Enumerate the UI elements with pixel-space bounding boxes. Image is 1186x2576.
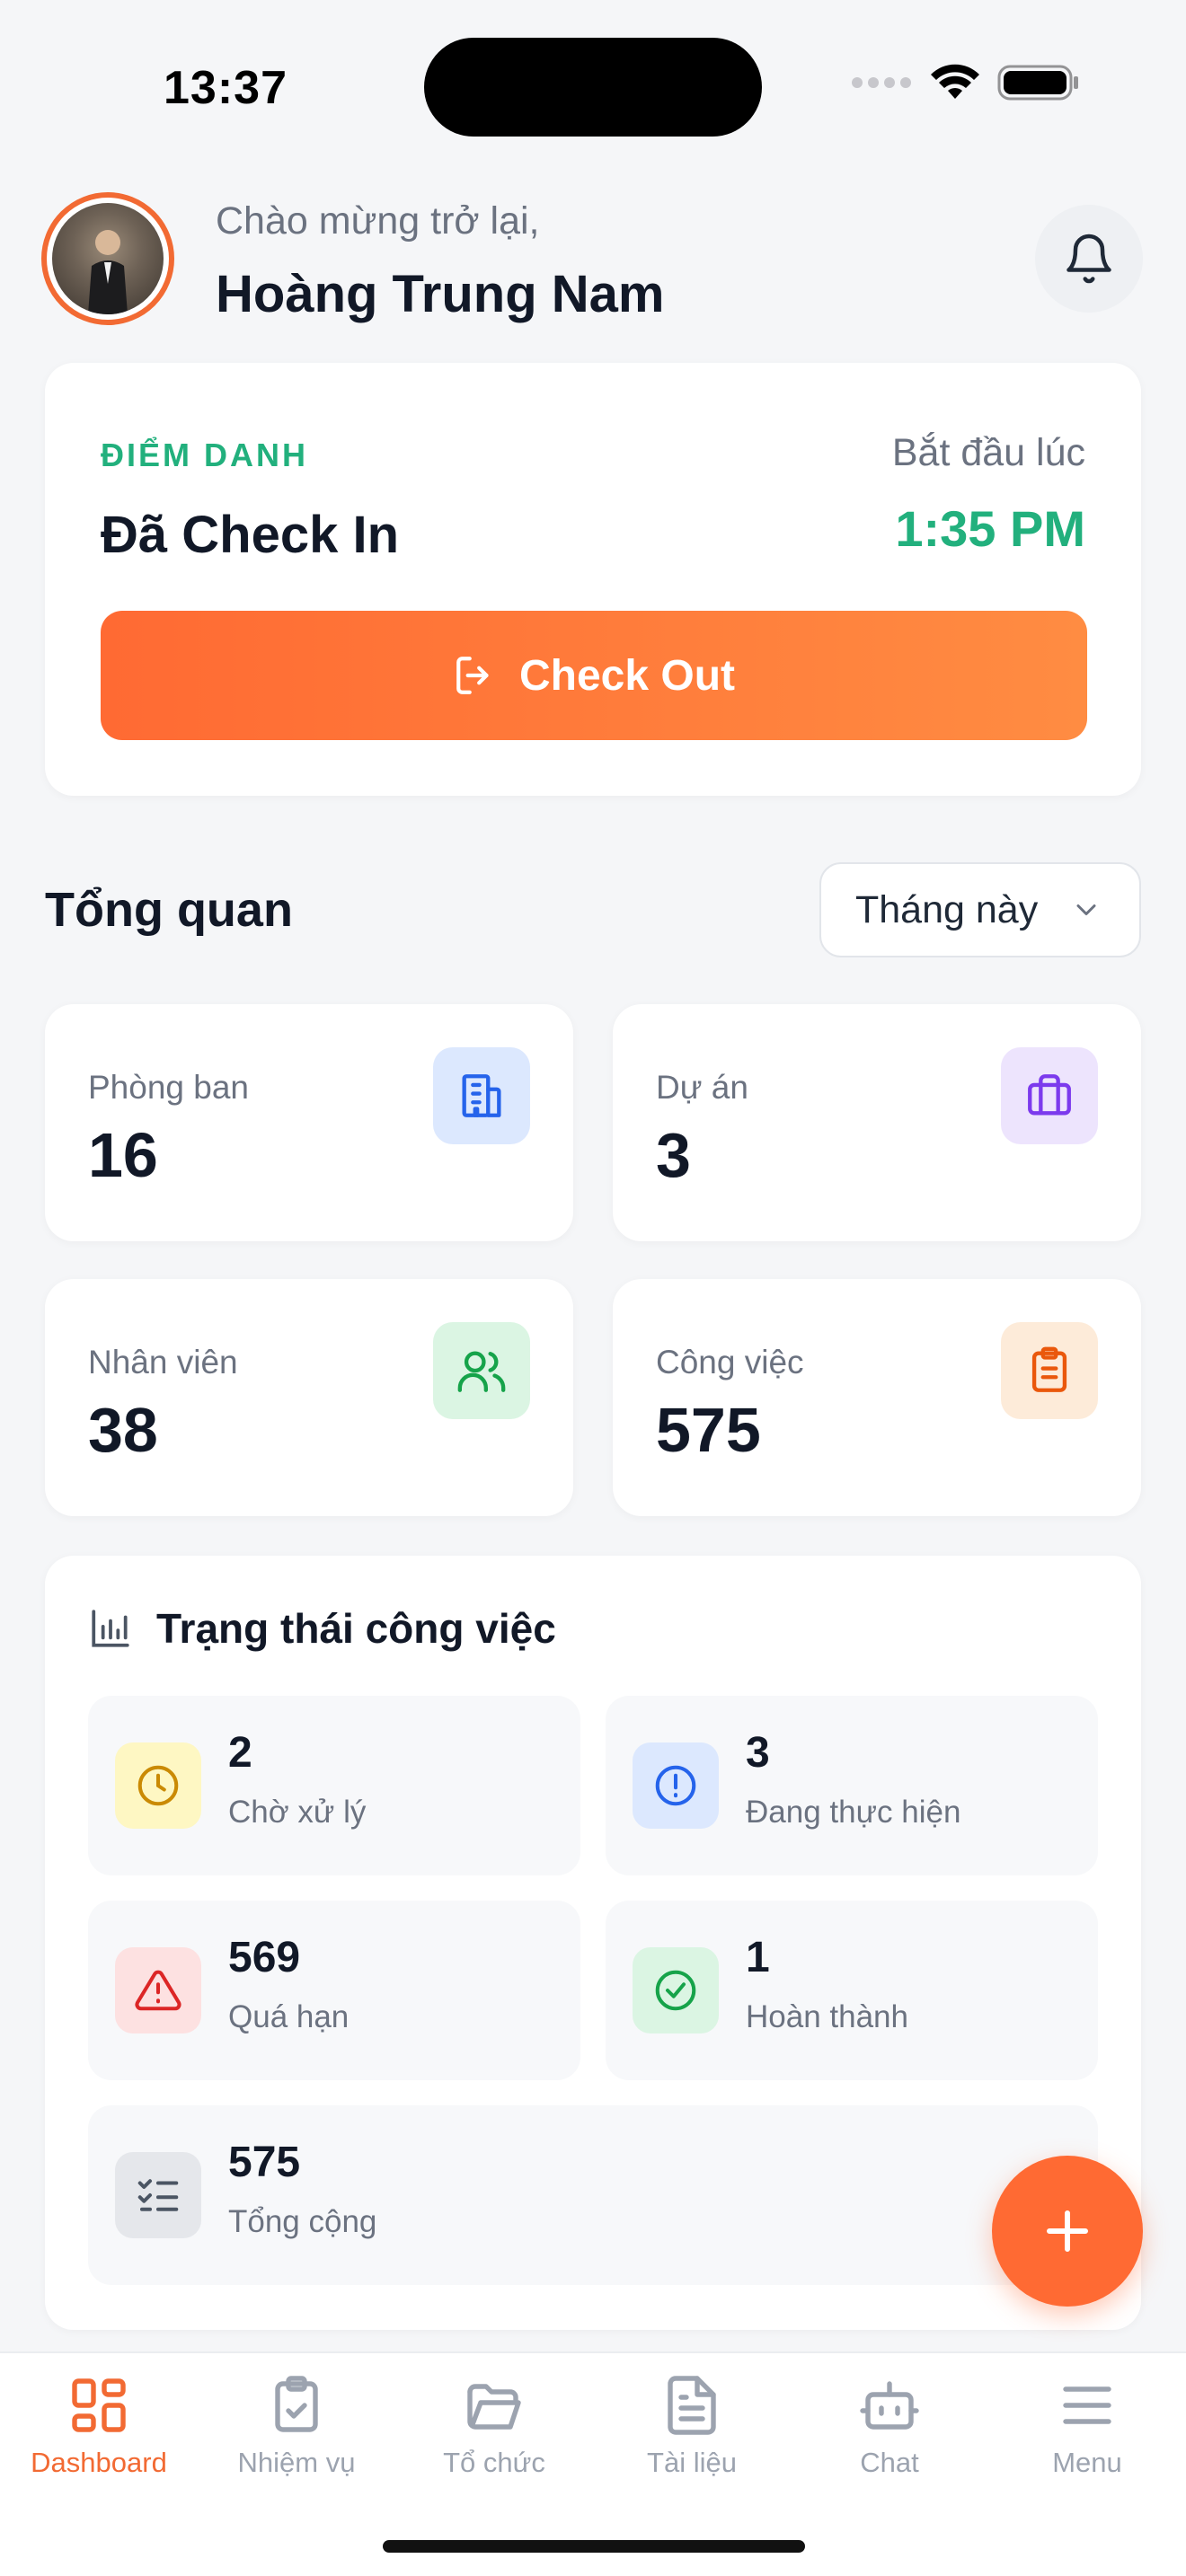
tab-organization[interactable]: Tổ chức: [395, 2373, 593, 2479]
status-bar: 13:37: [0, 0, 1186, 171]
task-status-label: Hoàn thành: [746, 1999, 908, 2034]
stat-value: 16: [88, 1120, 158, 1190]
stat-card-tasks[interactable]: Công việc 575: [613, 1279, 1141, 1516]
users-icon: [433, 1322, 530, 1419]
task-status-value: 2: [228, 1729, 252, 1777]
signal-dots-icon: [852, 77, 911, 88]
chevron-down-icon: [1076, 904, 1096, 915]
period-select[interactable]: Tháng này: [819, 862, 1141, 957]
task-status-header: Trạng thái công việc: [88, 1604, 556, 1653]
tab-label: Tài liệu: [647, 2447, 737, 2478]
task-status-value: 575: [228, 2139, 301, 2186]
bell-icon: [1067, 234, 1111, 284]
start-time-label: Bắt đầu lúc: [891, 431, 1085, 474]
task-status-label: Tổng cộng: [228, 2204, 377, 2239]
tab-documents[interactable]: Tài liệu: [593, 2373, 791, 2479]
tab-label: Chat: [860, 2447, 919, 2478]
task-status-card: Trạng thái công việc 2 Chờ xử lý 3 Đang …: [45, 1556, 1141, 2330]
task-status-pending[interactable]: 2 Chờ xử lý: [88, 1696, 580, 1875]
task-status-completed[interactable]: 1 Hoàn thành: [606, 1901, 1098, 2080]
stat-label: Nhân viên: [88, 1344, 238, 1381]
stat-card-projects[interactable]: Dự án 3: [613, 1004, 1141, 1241]
task-status-label: Đang thực hiện: [746, 1795, 961, 1830]
period-select-value: Tháng này: [855, 887, 1039, 931]
add-fab-button[interactable]: [992, 2156, 1143, 2307]
plus-icon: [1047, 2210, 1088, 2252]
check-out-label: Check Out: [518, 651, 736, 700]
list-checks-icon: [115, 2152, 201, 2238]
task-status-total[interactable]: 575 Tổng cộng: [88, 2105, 1098, 2285]
task-status-value: 569: [228, 1934, 301, 1981]
attendance-status: Đã Check In: [101, 506, 399, 564]
tab-label: Dashboard: [31, 2447, 167, 2478]
clipboard-list-icon: [1001, 1322, 1098, 1419]
tab-label: Tổ chức: [443, 2447, 545, 2478]
menu-icon: [1063, 2386, 1111, 2424]
tab-chat[interactable]: Chat: [791, 2373, 988, 2479]
alert-triangle-icon: [115, 1947, 201, 2033]
bot-icon: [860, 2381, 919, 2430]
status-time: 13:37: [164, 62, 288, 114]
task-status-overdue[interactable]: 569 Quá hạn: [88, 1901, 580, 2080]
stat-value: 3: [656, 1120, 691, 1190]
task-status-label: Quá hạn: [228, 1999, 350, 2034]
person-silhouette-icon: [88, 230, 128, 314]
briefcase-icon: [1001, 1047, 1098, 1144]
document-icon: [668, 2376, 716, 2435]
stat-label: Phòng ban: [88, 1069, 250, 1106]
dashboard-grid-icon: [72, 2378, 126, 2432]
stat-value: 575: [656, 1395, 761, 1465]
stat-card-employees[interactable]: Nhân viên 38: [45, 1279, 573, 1516]
attendance-card: ĐIỂM DANH Đã Check In Bắt đầu lúc 1:35 P…: [45, 363, 1141, 796]
status-icons: [850, 63, 1080, 102]
home-indicator[interactable]: [383, 2540, 805, 2553]
dynamic-island: [424, 38, 762, 137]
stat-label: Công việc: [656, 1344, 804, 1381]
clipboard-check-icon: [275, 2376, 318, 2432]
notifications-button[interactable]: [1035, 205, 1143, 313]
bar-chart-icon: [92, 1610, 129, 1647]
overview-title: Tổng quan: [45, 883, 293, 937]
folder-open-icon: [467, 2384, 521, 2430]
avatar-photo: [52, 203, 164, 314]
attendance-label: ĐIỂM DANH: [101, 437, 308, 473]
alert-circle-icon: [633, 1742, 719, 1829]
check-circle-icon: [633, 1947, 719, 2033]
avatar[interactable]: [41, 192, 174, 325]
task-status-label: Chờ xử lý: [228, 1795, 367, 1830]
log-out-icon: [456, 657, 489, 694]
stat-card-departments[interactable]: Phòng ban 16: [45, 1004, 573, 1241]
greeting-text: Chào mừng trở lại,: [216, 199, 540, 243]
task-status-in-progress[interactable]: 3 Đang thực hiện: [606, 1696, 1098, 1875]
clock-icon: [115, 1742, 201, 1829]
task-status-value: 3: [746, 1729, 770, 1777]
start-time-value: 1:35 PM: [895, 500, 1085, 557]
tab-dashboard[interactable]: Dashboard: [0, 2373, 198, 2479]
task-status-title: Trạng thái công việc: [156, 1605, 556, 1652]
task-status-value: 1: [746, 1934, 770, 1981]
wifi-icon: [931, 64, 979, 99]
battery-icon: [997, 65, 1078, 101]
check-out-button[interactable]: Check Out: [101, 611, 1087, 740]
user-name: Hoàng Trung Nam: [216, 265, 665, 323]
tab-menu[interactable]: Menu: [988, 2373, 1186, 2479]
tab-tasks[interactable]: Nhiệm vụ: [198, 2373, 395, 2479]
stat-value: 38: [88, 1395, 158, 1465]
building-icon: [433, 1047, 530, 1144]
tab-label: Menu: [1052, 2447, 1122, 2478]
stat-label: Dự án: [656, 1069, 748, 1106]
tab-label: Nhiệm vụ: [237, 2447, 356, 2478]
